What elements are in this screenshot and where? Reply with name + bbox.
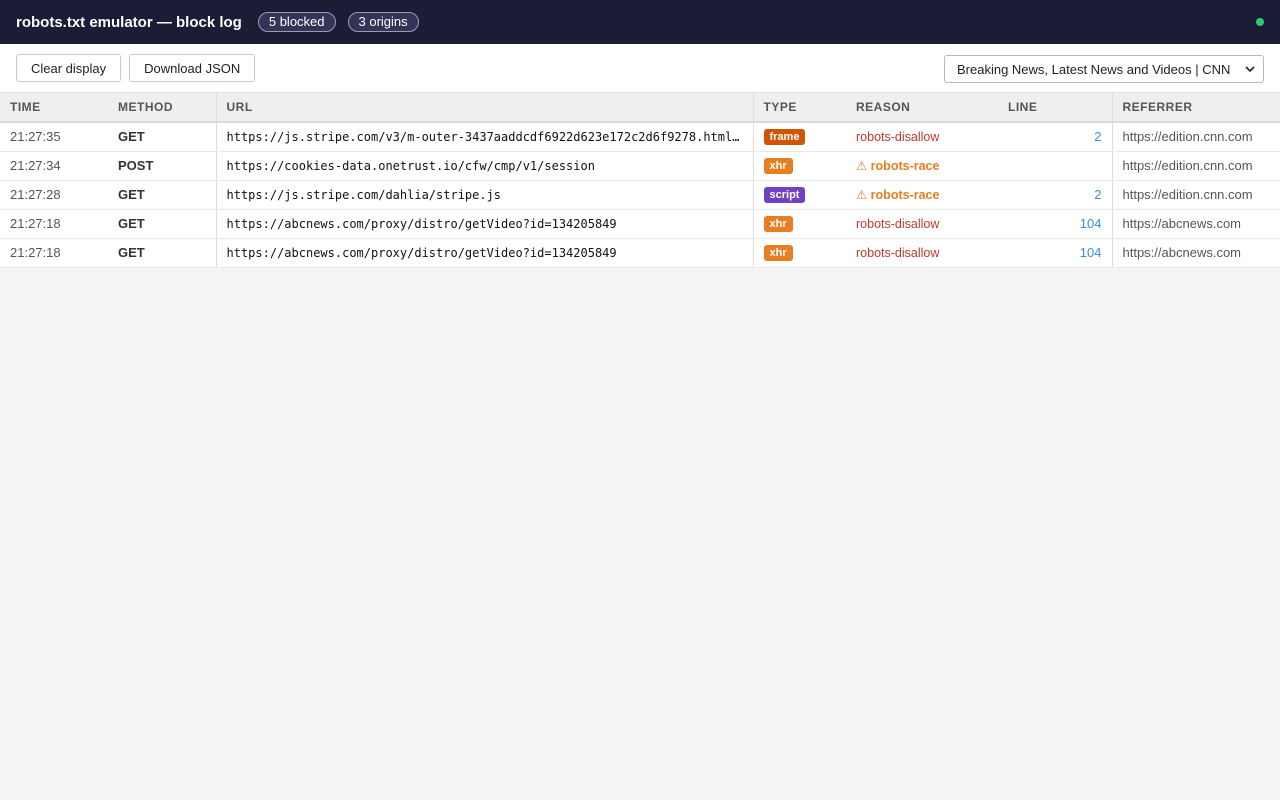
type-cell: xhr: [753, 209, 846, 239]
table-row[interactable]: 21:27:18 GET https://abcnews.com/proxy/dis…: [0, 209, 1280, 239]
time-cell: 21:27:18: [0, 238, 108, 268]
method-cell: GET: [108, 180, 216, 210]
referrer-cell: https://abcnews.com: [1111, 238, 1280, 268]
blocked-count-badge: 5 blocked: [257, 12, 336, 32]
type-cell: xhr: [753, 238, 846, 268]
clear-display-button[interactable]: Clear display: [16, 54, 122, 82]
download-json-button[interactable]: Download JSON: [129, 54, 256, 82]
table-row[interactable]: 21:27:28 GET https://js.stripe.com/dahlia/…: [0, 180, 1280, 210]
line-cell[interactable]: [998, 151, 1112, 181]
referrer-cell: https://edition.cnn.com: [1111, 151, 1280, 181]
column-header-line[interactable]: LINE: [998, 93, 1112, 123]
type-badge: xhr: [763, 216, 793, 232]
time-cell: 21:27:35: [0, 122, 108, 152]
line-cell[interactable]: 2: [998, 180, 1112, 210]
table-row[interactable]: 21:27:35 GET https://js.stripe.com/v3/m-ou…: [0, 122, 1280, 152]
type-badge: xhr: [763, 158, 793, 174]
origins-count-badge: 3 origins: [347, 12, 419, 32]
toolbar: Clear display Download JSON Breaking New…: [0, 44, 1280, 93]
tab-select-value: Breaking News, Latest News and Videos | …: [957, 61, 1231, 77]
referrer-cell: https://abcnews.com: [1111, 209, 1280, 239]
chevron-down-icon: [1245, 66, 1255, 73]
reason-cell: ⚠ robots-race: [846, 151, 998, 181]
status-indicator-icon: [1256, 18, 1264, 26]
column-header-reason[interactable]: REASON: [846, 93, 998, 123]
type-cell: frame: [753, 122, 846, 152]
url-cell: https://abcnews.com/proxy/distro/getVide…: [215, 238, 754, 268]
column-header-time[interactable]: TIME: [0, 93, 108, 123]
line-cell[interactable]: 104: [998, 238, 1112, 268]
method-cell: GET: [108, 238, 216, 268]
method-cell: GET: [108, 209, 216, 239]
time-cell: 21:27:18: [0, 209, 108, 239]
column-header-url[interactable]: URL: [215, 93, 754, 123]
referrer-cell: https://edition.cnn.com: [1111, 180, 1280, 210]
method-cell: GET: [108, 122, 216, 152]
referrer-cell: https://edition.cnn.com: [1111, 122, 1280, 152]
table-row[interactable]: 21:27:18 GET https://abcnews.com/proxy/dis…: [0, 238, 1280, 268]
type-cell: xhr: [753, 151, 846, 181]
block-log-table: TIME METHOD URL TYPE REASON LINE REFERRE…: [0, 93, 1280, 268]
reason-cell: robots-disallow: [846, 209, 998, 239]
column-header-method[interactable]: METHOD: [108, 93, 216, 123]
top-bar: robots.txt emulator — block log 5 blocke…: [0, 0, 1280, 44]
url-cell: https://abcnews.com/proxy/distro/getVide…: [215, 209, 754, 239]
reason-cell: robots-disallow: [846, 238, 998, 268]
line-cell[interactable]: 2: [998, 122, 1112, 152]
time-cell: 21:27:28: [0, 180, 108, 210]
table-header-row: TIME METHOD URL TYPE REASON LINE REFERRE…: [0, 93, 1280, 123]
url-cell: https://cookies-data.onetrust.io/cfw/cmp…: [215, 151, 754, 181]
time-cell: 21:27:34: [0, 151, 108, 181]
type-badge: xhr: [763, 245, 793, 261]
column-header-type[interactable]: TYPE: [753, 93, 846, 123]
type-cell: script: [753, 180, 846, 210]
column-header-referrer[interactable]: REFERRER: [1111, 93, 1280, 123]
reason-cell: robots-disallow: [846, 122, 998, 152]
page-title: robots.txt emulator — block log: [16, 13, 242, 31]
type-badge: script: [763, 187, 806, 203]
method-cell: POST: [108, 151, 216, 181]
line-cell[interactable]: 104: [998, 209, 1112, 239]
type-badge: frame: [763, 129, 806, 146]
url-cell: https://js.stripe.com/dahlia/stripe.js: [215, 180, 754, 210]
url-cell: https://js.stripe.com/v3/m-outer-3437aad…: [215, 122, 754, 152]
table-row[interactable]: 21:27:34 POST https://cookies-data.onetrus…: [0, 151, 1280, 181]
tab-select[interactable]: Breaking News, Latest News and Videos | …: [944, 55, 1264, 83]
reason-cell: ⚠ robots-race: [846, 180, 998, 210]
